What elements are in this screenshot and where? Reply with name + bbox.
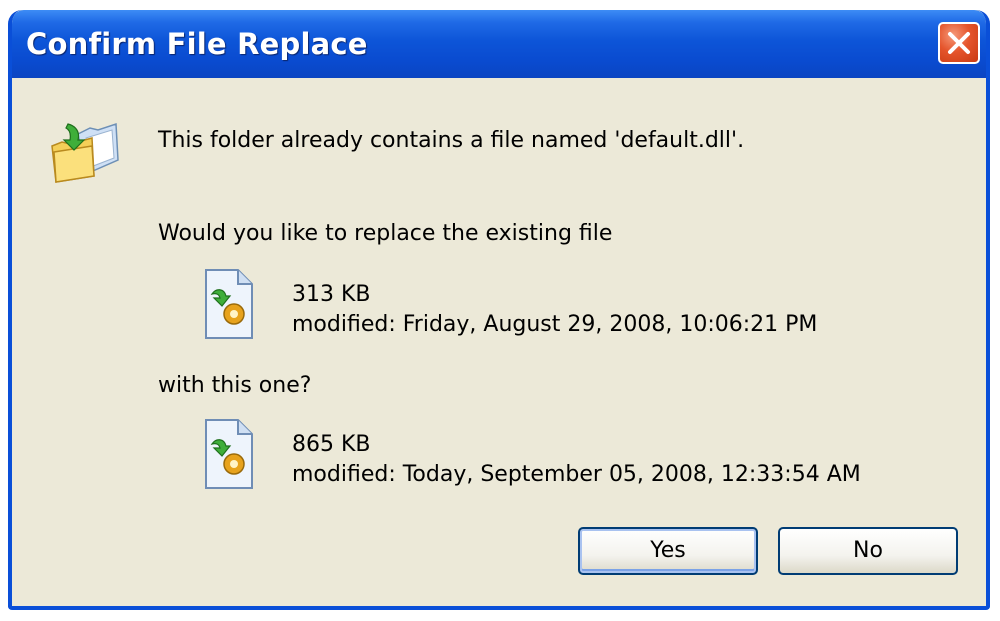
message-line-existing: This folder already contains a file name… <box>158 128 745 153</box>
close-icon <box>948 32 970 54</box>
folder-move-icon <box>51 122 119 183</box>
message-line-replacement: with this one? <box>158 373 312 398</box>
yes-button[interactable]: Yes <box>578 527 758 575</box>
existing-file-size: 313 KB <box>292 282 371 307</box>
no-button[interactable]: No <box>778 527 958 575</box>
close-button[interactable] <box>938 22 980 64</box>
dll-file-icon <box>205 419 253 489</box>
confirm-file-replace-dialog: Confirm File Replace This folder already… <box>8 10 990 610</box>
dll-file-icon <box>205 269 253 339</box>
dialog-body: This folder already contains a file name… <box>12 78 986 606</box>
existing-file-modified: modified: Friday, August 29, 2008, 10:06… <box>292 312 818 337</box>
new-file-modified: modified: Today, September 05, 2008, 12:… <box>292 462 861 487</box>
new-file-size: 865 KB <box>292 432 371 457</box>
message-line-question: Would you like to replace the existing f… <box>158 221 613 246</box>
window-title: Confirm File Replace <box>26 27 368 61</box>
title-bar[interactable]: Confirm File Replace <box>12 10 986 78</box>
